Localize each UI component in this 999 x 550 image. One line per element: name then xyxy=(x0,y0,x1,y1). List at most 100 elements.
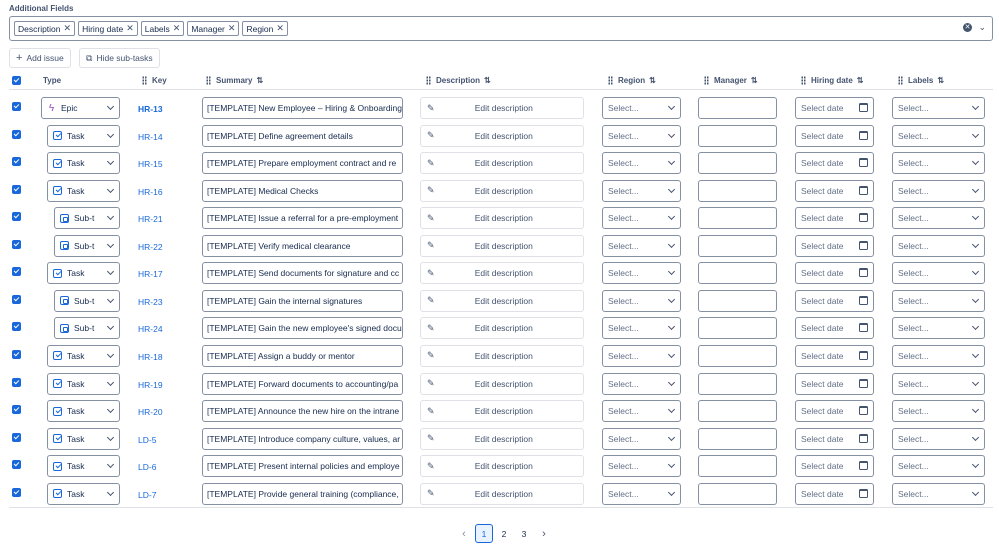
manager-field[interactable] xyxy=(698,97,777,119)
row-checkbox[interactable] xyxy=(12,487,21,497)
issue-type-select[interactable]: Sub-t xyxy=(54,207,120,230)
edit-description-button[interactable]: ✎ Edit description xyxy=(420,455,584,478)
labels-select[interactable]: Select... xyxy=(892,262,985,285)
hiring-date-picker[interactable]: Select date xyxy=(795,97,874,119)
edit-description-button[interactable]: ✎ Edit description xyxy=(420,179,584,202)
summary-field[interactable]: [TEMPLATE] Gain the new employee's signe… xyxy=(202,317,403,340)
remove-chip-icon[interactable]: ✕ xyxy=(126,23,134,34)
edit-description-button[interactable]: ✎ Edit description xyxy=(420,207,584,230)
remove-chip-icon[interactable]: ✕ xyxy=(228,23,236,34)
row-checkbox[interactable] xyxy=(12,239,21,249)
summary-field[interactable]: [TEMPLATE] Assign a buddy or mentor xyxy=(202,344,403,367)
hiring-date-picker[interactable]: Select date xyxy=(795,179,874,202)
region-select[interactable]: Select... xyxy=(602,400,681,423)
sort-icon[interactable]: ⇅ xyxy=(649,76,656,85)
edit-description-button[interactable]: ✎ Edit description xyxy=(420,97,584,119)
issue-key-link[interactable]: LD-6 xyxy=(138,462,156,472)
issue-type-select[interactable]: Sub-t xyxy=(54,234,120,257)
row-checkbox[interactable] xyxy=(12,432,21,442)
row-checkbox[interactable] xyxy=(12,349,21,359)
drag-handle-icon[interactable] xyxy=(608,76,613,85)
summary-field[interactable]: [TEMPLATE] Send documents for signature … xyxy=(202,262,403,285)
manager-field[interactable] xyxy=(698,289,777,312)
region-select[interactable]: Select... xyxy=(602,482,681,505)
edit-description-button[interactable]: ✎ Edit description xyxy=(420,289,584,312)
labels-select[interactable]: Select... xyxy=(892,97,985,119)
labels-select[interactable]: Select... xyxy=(892,289,985,312)
labels-select[interactable]: Select... xyxy=(892,152,985,175)
field-chip[interactable]: Description ✕ xyxy=(14,21,76,36)
hide-subtasks-button[interactable]: ⧉ Hide sub-tasks xyxy=(79,48,160,68)
page-2-button[interactable]: 2 xyxy=(495,524,513,543)
region-select[interactable]: Select... xyxy=(602,372,681,395)
sort-icon[interactable]: ⇅ xyxy=(256,76,263,85)
manager-field[interactable] xyxy=(698,344,777,367)
additional-fields-select[interactable]: Description ✕ Hiring date ✕ Labels ✕ Manager ✕ R… xyxy=(9,16,993,41)
column-header-summary[interactable]: Summary ⇅ xyxy=(206,72,263,89)
column-header-manager[interactable]: Manager ⇅ xyxy=(704,72,758,89)
hiring-date-picker[interactable]: Select date xyxy=(795,152,874,175)
hiring-date-picker[interactable]: Select date xyxy=(795,317,874,340)
labels-select[interactable]: Select... xyxy=(892,234,985,257)
region-select[interactable]: Select... xyxy=(602,207,681,230)
issue-type-select[interactable]: Task xyxy=(47,372,120,395)
issue-type-select[interactable]: Task xyxy=(47,400,120,423)
hiring-date-picker[interactable]: Select date xyxy=(795,427,874,450)
row-checkbox[interactable] xyxy=(12,184,21,194)
summary-field[interactable]: [TEMPLATE] Announce the new hire on the … xyxy=(202,400,403,423)
field-chip[interactable]: Manager ✕ xyxy=(187,21,240,36)
column-header-hiring-date[interactable]: Hiring date ⇅ xyxy=(801,72,863,89)
sort-icon[interactable]: ⇅ xyxy=(857,76,864,85)
issue-key-link[interactable]: HR-20 xyxy=(138,407,163,417)
issue-type-select[interactable]: Sub-t xyxy=(54,317,120,340)
row-checkbox[interactable] xyxy=(12,102,21,111)
hiring-date-picker[interactable]: Select date xyxy=(795,262,874,285)
labels-select[interactable]: Select... xyxy=(892,427,985,450)
edit-description-button[interactable]: ✎ Edit description xyxy=(420,344,584,367)
labels-select[interactable]: Select... xyxy=(892,207,985,230)
edit-description-button[interactable]: ✎ Edit description xyxy=(420,372,584,395)
remove-chip-icon[interactable]: ✕ xyxy=(173,23,181,34)
edit-description-button[interactable]: ✎ Edit description xyxy=(420,234,584,257)
previous-page-icon[interactable]: ‹ xyxy=(455,524,473,543)
row-checkbox[interactable] xyxy=(12,322,21,332)
row-checkbox[interactable] xyxy=(12,460,21,470)
issue-key-link[interactable]: HR-15 xyxy=(138,159,163,169)
manager-field[interactable] xyxy=(698,152,777,175)
hiring-date-picker[interactable]: Select date xyxy=(795,234,874,257)
hiring-date-picker[interactable]: Select date xyxy=(795,289,874,312)
labels-select[interactable]: Select... xyxy=(892,317,985,340)
issue-key-link[interactable]: HR-17 xyxy=(138,269,163,279)
manager-field[interactable] xyxy=(698,455,777,478)
row-checkbox[interactable] xyxy=(12,405,21,415)
issue-type-select[interactable]: Task xyxy=(47,262,120,285)
labels-select[interactable]: Select... xyxy=(892,482,985,505)
hiring-date-picker[interactable]: Select date xyxy=(795,482,874,505)
field-chip[interactable]: Region ✕ xyxy=(242,21,288,36)
edit-description-button[interactable]: ✎ Edit description xyxy=(420,482,584,505)
summary-field[interactable]: [TEMPLATE] Gain the internal signatures xyxy=(202,289,403,312)
labels-select[interactable]: Select... xyxy=(892,400,985,423)
region-select[interactable]: Select... xyxy=(602,289,681,312)
region-select[interactable]: Select... xyxy=(602,455,681,478)
row-checkbox[interactable] xyxy=(12,267,21,277)
issue-key-link[interactable]: HR-21 xyxy=(138,214,163,224)
summary-field[interactable]: [TEMPLATE] Define agreement details xyxy=(202,124,403,147)
hiring-date-picker[interactable]: Select date xyxy=(795,455,874,478)
summary-field[interactable]: [TEMPLATE] Forward documents to accounti… xyxy=(202,372,403,395)
region-select[interactable]: Select... xyxy=(602,152,681,175)
labels-select[interactable]: Select... xyxy=(892,344,985,367)
issue-key-link[interactable]: HR-22 xyxy=(138,242,163,252)
add-issue-button[interactable]: + Add issue xyxy=(9,48,71,68)
issue-type-select[interactable]: Task xyxy=(47,482,120,505)
issue-type-select[interactable]: Task xyxy=(47,455,120,478)
edit-description-button[interactable]: ✎ Edit description xyxy=(420,427,584,450)
remove-chip-icon[interactable]: ✕ xyxy=(276,23,284,34)
clear-icon[interactable]: ✕ xyxy=(963,23,972,32)
drag-handle-icon[interactable] xyxy=(206,76,211,85)
summary-field[interactable]: [TEMPLATE] Verify medical clearance xyxy=(202,234,403,257)
column-header-key[interactable]: Key xyxy=(142,72,167,89)
labels-select[interactable]: Select... xyxy=(892,455,985,478)
manager-field[interactable] xyxy=(698,482,777,505)
issue-key-link[interactable]: HR-18 xyxy=(138,352,163,362)
